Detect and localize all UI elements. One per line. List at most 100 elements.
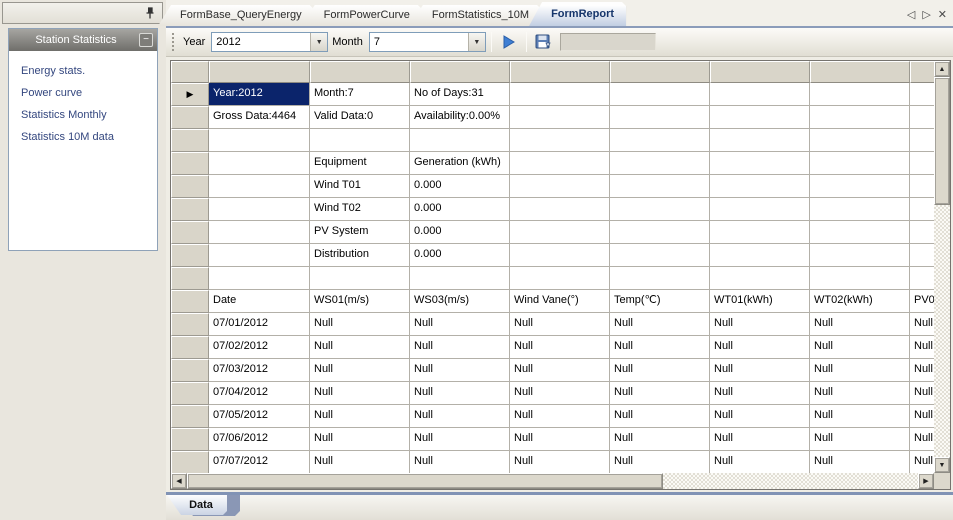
grid-cell[interactable]: PV System (310, 221, 410, 244)
grid-column-header[interactable] (610, 61, 710, 83)
grid-cell[interactable]: Null (610, 405, 710, 428)
grid-cell[interactable]: Availability:0.00% (410, 106, 510, 129)
grid-cell[interactable]: 0.000 (410, 198, 510, 221)
grid-cell[interactable] (810, 152, 910, 175)
close-tab-icon[interactable]: ✕ (938, 8, 947, 21)
grid-column-header[interactable] (810, 61, 910, 83)
grid-cell[interactable]: Null (910, 336, 934, 359)
sidebar-link-energy-stats-[interactable]: Energy stats. (21, 60, 157, 82)
grid-cell[interactable]: Null (510, 382, 610, 405)
grid-cell[interactable] (610, 152, 710, 175)
grid-cell[interactable] (710, 152, 810, 175)
tab-formpowercurve[interactable]: FormPowerCurve (302, 5, 422, 26)
grid-cell[interactable]: Null (710, 313, 810, 336)
vertical-scroll-track[interactable] (934, 205, 950, 457)
grid-cell[interactable]: Null (610, 428, 710, 451)
grid-cell[interactable] (410, 267, 510, 290)
grid-cell[interactable] (810, 106, 910, 129)
row-header[interactable] (171, 198, 209, 221)
grid-cell[interactable]: Equipment (310, 152, 410, 175)
grid-cell[interactable]: Null (310, 451, 410, 473)
row-header[interactable] (171, 175, 209, 198)
row-header[interactable] (171, 290, 209, 313)
chevron-down-icon[interactable]: ▼ (468, 33, 485, 51)
grid-cell[interactable]: Null (310, 382, 410, 405)
grid-cell[interactable] (910, 106, 934, 129)
grid-cell[interactable]: Null (510, 359, 610, 382)
tab-data[interactable]: Data (167, 495, 227, 515)
grid-cell[interactable] (610, 83, 710, 106)
grid-cell[interactable]: Null (410, 382, 510, 405)
grid-cell[interactable] (910, 152, 934, 175)
grid-cell[interactable]: Wind Vane(°) (510, 290, 610, 313)
grid-cell[interactable]: Null (810, 359, 910, 382)
grid-cell[interactable] (810, 129, 910, 152)
grid-cell[interactable] (810, 244, 910, 267)
grid-cell[interactable] (710, 83, 810, 106)
grid-cell[interactable] (710, 129, 810, 152)
grid-cell[interactable] (910, 244, 934, 267)
grid-cell[interactable]: Date (209, 290, 310, 313)
grid-cell[interactable]: Null (910, 405, 934, 428)
grid-cell[interactable] (510, 267, 610, 290)
grid-cell[interactable] (610, 129, 710, 152)
grid-cell[interactable]: Distribution (310, 244, 410, 267)
grid-cell[interactable]: Null (310, 428, 410, 451)
horizontal-scroll-track[interactable] (663, 473, 918, 489)
grid-cell[interactable]: Month:7 (310, 83, 410, 106)
grid-cell[interactable]: Null (910, 428, 934, 451)
grid-cell[interactable]: Wind T02 (310, 198, 410, 221)
grid-cell[interactable]: Wind T01 (310, 175, 410, 198)
grid-cell[interactable]: WT02(kWh) (810, 290, 910, 313)
grid-cell[interactable]: Null (810, 382, 910, 405)
row-header[interactable] (171, 451, 209, 473)
grid-cell[interactable]: Null (710, 451, 810, 473)
grid-cell[interactable] (710, 244, 810, 267)
vertical-scrollbar[interactable]: ▲ ▼ (934, 61, 950, 473)
grid-cell[interactable]: Valid Data:0 (310, 106, 410, 129)
grid-corner-cell[interactable] (171, 61, 209, 83)
grid-cell[interactable]: Temp(℃) (610, 290, 710, 313)
grid-cell[interactable] (610, 267, 710, 290)
row-header[interactable] (171, 428, 209, 451)
grid-cell[interactable] (710, 198, 810, 221)
grid-cell[interactable] (510, 83, 610, 106)
grid-cell[interactable] (209, 221, 310, 244)
grid-cell[interactable]: Null (710, 428, 810, 451)
chevron-down-icon[interactable]: ▼ (310, 33, 327, 51)
vertical-scroll-thumb[interactable] (934, 77, 950, 205)
month-combo[interactable]: 7 ▼ (369, 32, 486, 52)
scroll-down-icon[interactable]: ▼ (934, 457, 950, 473)
grid-cell[interactable]: No of Days:31 (410, 83, 510, 106)
row-header[interactable] (171, 244, 209, 267)
grid-cell[interactable] (810, 221, 910, 244)
grid-cell[interactable]: Null (310, 336, 410, 359)
scroll-up-icon[interactable]: ▲ (934, 61, 950, 77)
toolbar-textbox[interactable] (560, 33, 656, 51)
row-header[interactable] (171, 221, 209, 244)
row-indicator-icon[interactable]: ▶ (171, 83, 209, 106)
grid-cell[interactable] (310, 129, 410, 152)
grid-cell[interactable] (910, 221, 934, 244)
row-header[interactable] (171, 359, 209, 382)
grid-cell[interactable] (910, 267, 934, 290)
scroll-tabs-right-icon[interactable]: ▷ (922, 8, 930, 21)
horizontal-scroll-thumb[interactable] (187, 473, 663, 489)
grid-cell[interactable]: Null (710, 382, 810, 405)
grid-cell[interactable]: Null (510, 336, 610, 359)
grid-cell[interactable] (810, 83, 910, 106)
grid-column-header[interactable] (710, 61, 810, 83)
grid-cell[interactable]: 0.000 (410, 175, 510, 198)
grid-cell[interactable]: Null (610, 451, 710, 473)
grid-column-header[interactable] (410, 61, 510, 83)
grid-cell[interactable]: Null (710, 405, 810, 428)
row-header[interactable] (171, 405, 209, 428)
toolbar-grip[interactable] (171, 33, 175, 51)
grid-cell[interactable]: 07/02/2012 (209, 336, 310, 359)
row-header[interactable] (171, 106, 209, 129)
grid-cell[interactable]: Null (610, 382, 710, 405)
grid-cell[interactable] (209, 267, 310, 290)
row-header[interactable] (171, 129, 209, 152)
grid-cell[interactable]: 07/06/2012 (209, 428, 310, 451)
grid-cell[interactable]: Null (710, 359, 810, 382)
